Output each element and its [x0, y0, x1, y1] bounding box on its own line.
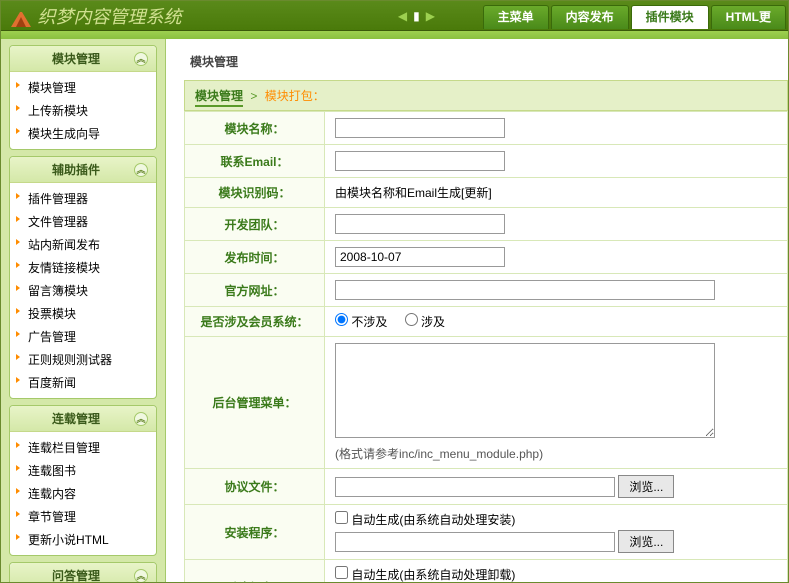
top-nav: 主菜单 内容发布 插件模块 HTML更: [483, 5, 788, 29]
lbl-menu: 后台管理菜单：: [185, 337, 325, 469]
lbl-uninstall: 删除程序：: [185, 560, 325, 583]
crumb-current: 模块管理: [195, 89, 243, 107]
input-name[interactable]: [335, 118, 505, 138]
radio-no-label[interactable]: 不涉及: [335, 315, 387, 329]
top-bar: 织梦内容管理系统 ◀▮▶ 主菜单 内容发布 插件模块 HTML更: [1, 1, 788, 31]
sidebar-item[interactable]: 文件管理器: [10, 210, 156, 233]
main-panel: 模块管理 模块管理 > 模块打包： 模块名称： 联系Email： 模块识别码： …: [166, 39, 788, 582]
sidebar-item[interactable]: 投票模块: [10, 302, 156, 325]
input-site[interactable]: [335, 280, 715, 300]
lbl-proto: 协议文件：: [185, 469, 325, 505]
sub-bar: [1, 31, 788, 39]
sidebar-item[interactable]: 百度新闻: [10, 371, 156, 394]
radio-no[interactable]: [335, 313, 348, 326]
input-email[interactable]: [335, 151, 505, 171]
crumb-sep: >: [250, 89, 257, 103]
lbl-ident: 模块识别码：: [185, 178, 325, 208]
sidebar-item[interactable]: 模块生成向导: [10, 122, 156, 145]
lbl-site: 官方网址：: [185, 274, 325, 307]
radio-yes[interactable]: [405, 313, 418, 326]
lbl-name: 模块名称：: [185, 112, 325, 145]
sidebar-item[interactable]: 插件管理器: [10, 187, 156, 210]
sidebar-group-module: 模块管理︽ 模块管理 上传新模块 模块生成向导: [9, 45, 157, 150]
collapse-icon[interactable]: ︽: [134, 412, 148, 426]
page-title: 模块管理: [184, 39, 788, 80]
sidebar-item[interactable]: 友情链接模块: [10, 256, 156, 279]
chk-uninstall[interactable]: [335, 566, 348, 579]
sidebar-item[interactable]: 连载图书: [10, 459, 156, 482]
browse-install-button[interactable]: 浏览...: [618, 530, 674, 553]
logo: 织梦内容管理系统: [9, 3, 182, 29]
sidebar-item[interactable]: 站内新闻发布: [10, 233, 156, 256]
breadcrumb: 模块管理 > 模块打包：: [184, 80, 788, 111]
sidebar-item[interactable]: 正则规则测试器: [10, 348, 156, 371]
lbl-install: 安装程序：: [185, 505, 325, 560]
sidebar: 模块管理︽ 模块管理 上传新模块 模块生成向导 辅助插件︽ 插件管理器 文件管理…: [1, 39, 166, 582]
nav-plugin[interactable]: 插件模块: [631, 5, 709, 29]
sidebar-group-title: 辅助插件: [18, 161, 134, 178]
lbl-team: 开发团队：: [185, 208, 325, 241]
input-date[interactable]: [335, 247, 505, 267]
chk-uninstall-label[interactable]: 自动生成(由系统自动处理卸载): [335, 568, 515, 582]
sidebar-item[interactable]: 模块管理: [10, 76, 156, 99]
collapse-icon[interactable]: ︽: [134, 52, 148, 66]
form-table: 模块名称： 联系Email： 模块识别码： 由模块名称和Email生成[更新] …: [184, 111, 788, 582]
input-install[interactable]: [335, 532, 615, 552]
sidebar-group-title: 模块管理: [18, 50, 134, 67]
crumb-link[interactable]: 模块打包：: [265, 89, 325, 103]
sidebar-item[interactable]: 上传新模块: [10, 99, 156, 122]
input-team[interactable]: [335, 214, 505, 234]
nav-main[interactable]: 主菜单: [483, 5, 549, 29]
nav-arrows[interactable]: ◀▮▶: [395, 9, 438, 23]
sidebar-item[interactable]: 广告管理: [10, 325, 156, 348]
sidebar-item[interactable]: 连载栏目管理: [10, 436, 156, 459]
browse-proto-button[interactable]: 浏览...: [618, 475, 674, 498]
ident-text: 由模块名称和Email生成[更新]: [325, 178, 788, 208]
sidebar-group-title: 连载管理: [18, 410, 134, 427]
sidebar-item[interactable]: 章节管理: [10, 505, 156, 528]
sidebar-item[interactable]: 留言簿模块: [10, 279, 156, 302]
nav-html[interactable]: HTML更: [711, 5, 786, 29]
chk-install-label[interactable]: 自动生成(由系统自动处理安装): [335, 513, 515, 527]
collapse-icon[interactable]: ︽: [134, 569, 148, 583]
sidebar-group-serial: 连载管理︽ 连载栏目管理 连载图书 连载内容 章节管理 更新小说HTML: [9, 405, 157, 556]
lbl-member: 是否涉及会员系统：: [185, 307, 325, 337]
collapse-icon[interactable]: ︽: [134, 163, 148, 177]
sidebar-item[interactable]: 连载内容: [10, 482, 156, 505]
chk-install[interactable]: [335, 511, 348, 524]
radio-yes-label[interactable]: 涉及: [405, 315, 445, 329]
lbl-date: 发布时间：: [185, 241, 325, 274]
sidebar-group-aux: 辅助插件︽ 插件管理器 文件管理器 站内新闻发布 友情链接模块 留言簿模块 投票…: [9, 156, 157, 399]
input-proto[interactable]: [335, 477, 615, 497]
nav-content[interactable]: 内容发布: [551, 5, 629, 29]
sidebar-group-qa: 问答管理︽ 栏目管理: [9, 562, 157, 582]
sidebar-item[interactable]: 更新小说HTML: [10, 528, 156, 551]
sidebar-group-title: 问答管理: [18, 567, 134, 582]
textarea-menu[interactable]: [335, 343, 715, 438]
menu-hint: (格式请参考inc/inc_menu_module.php): [335, 445, 777, 462]
lbl-email: 联系Email：: [185, 145, 325, 178]
